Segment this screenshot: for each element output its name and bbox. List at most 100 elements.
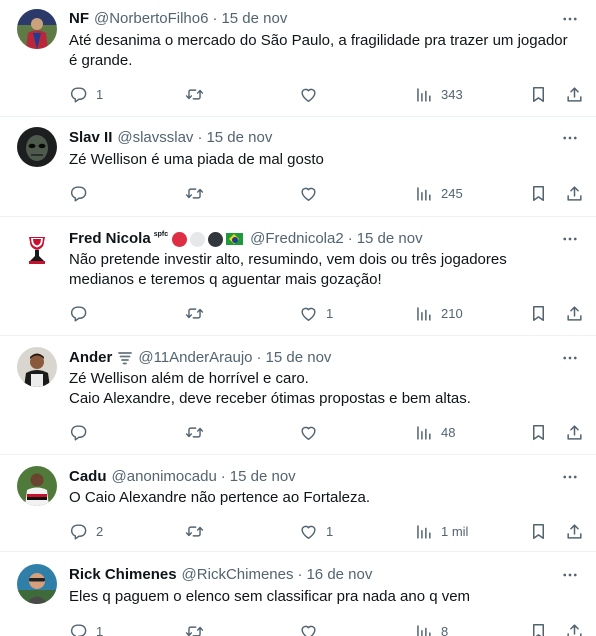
retweet-button[interactable] xyxy=(185,84,212,104)
share-icon xyxy=(565,184,584,203)
more-icon[interactable] xyxy=(558,128,582,148)
tweet-card[interactable]: Rick Chimenes @RickChimenes · 16 de nov … xyxy=(0,552,596,636)
tweet-date[interactable]: 16 de nov xyxy=(306,565,372,585)
reply-button[interactable]: 2 xyxy=(69,521,103,541)
tweet-date[interactable]: 15 de nov xyxy=(357,229,423,249)
separator-dot: · xyxy=(220,468,226,485)
views-button[interactable]: 48 xyxy=(414,422,455,442)
author-name[interactable]: NF xyxy=(69,9,89,29)
retweet-button[interactable] xyxy=(185,621,212,636)
tweet-header: NF @NorbertoFilho6 · 15 de nov xyxy=(69,9,556,29)
views-button[interactable]: 210 xyxy=(414,303,463,323)
tweet-text: Eles q paguem o elenco sem classificar p… xyxy=(69,587,574,607)
views-button[interactable]: 343 xyxy=(414,84,463,104)
retweet-button[interactable] xyxy=(185,521,212,541)
tweet-text-line: medianos e teremos q aguentar mais gozaç… xyxy=(69,271,382,288)
bookmark-icon xyxy=(529,522,548,541)
like-icon xyxy=(299,622,318,636)
like-button[interactable]: 1 xyxy=(299,303,333,323)
retweet-button[interactable] xyxy=(185,183,212,203)
views-button[interactable]: 8 xyxy=(414,621,448,636)
bookmark-icon xyxy=(529,184,548,203)
views-count: 343 xyxy=(441,86,463,102)
tweet-date[interactable]: 15 de nov xyxy=(206,128,272,148)
action-bar: 2 1 1 mil xyxy=(0,521,596,541)
tweet-text: Zé Wellison é uma piada de mal gosto xyxy=(69,150,574,170)
retweet-button[interactable] xyxy=(185,422,212,442)
retweet-icon xyxy=(185,522,204,541)
reply-button[interactable] xyxy=(69,422,96,442)
black-circle-icon xyxy=(208,231,224,247)
reply-icon xyxy=(69,304,88,323)
more-icon[interactable] xyxy=(558,467,582,487)
views-button[interactable]: 1 mil xyxy=(414,521,468,541)
author-handle[interactable]: @anonimocadu xyxy=(112,467,217,487)
author-name[interactable]: Slav II xyxy=(69,128,112,148)
author-handle[interactable]: @NorbertoFilho6 xyxy=(94,9,208,29)
bookmark-button[interactable] xyxy=(529,303,548,323)
tweet-card[interactable]: Ander @11AnderAraujo · 15 de nov Zé Well… xyxy=(0,336,596,455)
more-icon[interactable] xyxy=(558,9,582,29)
avatar[interactable] xyxy=(17,466,57,506)
tweet-date[interactable]: 15 de nov xyxy=(230,467,296,487)
like-button[interactable] xyxy=(299,621,326,636)
separator-dot: · xyxy=(347,230,353,247)
retweet-icon xyxy=(185,304,204,323)
more-icon[interactable] xyxy=(558,565,582,585)
like-button[interactable] xyxy=(299,183,326,203)
tweet-card[interactable]: Cadu @anonimocadu · 15 de nov O Caio Ale… xyxy=(0,455,596,552)
share-icon xyxy=(565,304,584,323)
like-button[interactable]: 1 xyxy=(299,521,333,541)
author-name[interactable]: Cadu xyxy=(69,467,107,487)
more-icon[interactable] xyxy=(558,229,582,249)
bookmark-icon xyxy=(529,304,548,323)
separator-dot: · xyxy=(212,10,218,27)
reply-button[interactable] xyxy=(69,303,96,323)
action-bar: 1 210 xyxy=(0,303,596,323)
share-button[interactable] xyxy=(565,183,584,203)
author-name[interactable]: Rick Chimenes xyxy=(69,565,177,585)
bookmark-button[interactable] xyxy=(529,422,548,442)
tweet-date[interactable]: 15 de nov xyxy=(266,348,332,368)
tweet-card[interactable]: Slav II @slavsslav · 15 de nov Zé Wellis… xyxy=(0,117,596,217)
author-handle[interactable]: @11AnderAraujo xyxy=(138,348,252,368)
like-button[interactable] xyxy=(299,422,326,442)
bookmark-button[interactable] xyxy=(529,521,548,541)
tweet-card[interactable]: NF @NorbertoFilho6 · 15 de nov Até desan… xyxy=(0,0,596,117)
action-bar: 48 xyxy=(0,422,596,442)
bookmark-icon xyxy=(529,622,548,636)
reply-button[interactable]: 1 xyxy=(69,621,103,636)
share-button[interactable] xyxy=(565,303,584,323)
share-button[interactable] xyxy=(565,521,584,541)
tweet-date[interactable]: 15 de nov xyxy=(221,9,287,29)
bookmark-button[interactable] xyxy=(529,621,548,636)
action-bar: 245 xyxy=(0,183,596,203)
avatar[interactable] xyxy=(17,228,57,268)
avatar[interactable] xyxy=(17,564,57,604)
more-icon[interactable] xyxy=(558,348,582,368)
reply-button[interactable]: 1 xyxy=(69,84,103,104)
views-button[interactable]: 245 xyxy=(414,183,463,203)
tweet-text-line: Caio Alexandre, deve receber ótimas prop… xyxy=(69,390,471,407)
author-name[interactable]: Fred Nicola xyxy=(69,229,151,249)
share-icon xyxy=(565,522,584,541)
author-handle[interactable]: @Frednicola2 xyxy=(250,229,344,249)
share-button[interactable] xyxy=(565,621,584,636)
author-handle[interactable]: @RickChimenes xyxy=(182,565,294,585)
views-icon xyxy=(414,184,433,203)
tweet-header: Fred Nicola spfc @Frednicola2 · 15 de no… xyxy=(69,229,556,249)
author-handle[interactable]: @slavsslav xyxy=(117,128,193,148)
bookmark-button[interactable] xyxy=(529,183,548,203)
retweet-button[interactable] xyxy=(185,303,212,323)
avatar[interactable] xyxy=(17,127,57,167)
author-name[interactable]: Ander xyxy=(69,348,112,368)
bookmark-button[interactable] xyxy=(529,84,548,104)
like-button[interactable] xyxy=(299,84,326,104)
reply-button[interactable] xyxy=(69,183,96,203)
tweet-card[interactable]: Fred Nicola spfc @Frednicola2 · 15 de no… xyxy=(0,217,596,336)
share-button[interactable] xyxy=(565,422,584,442)
tweet-header: Cadu @anonimocadu · 15 de nov xyxy=(69,467,556,487)
avatar[interactable] xyxy=(17,9,57,49)
avatar[interactable] xyxy=(17,347,57,387)
share-button[interactable] xyxy=(565,84,584,104)
